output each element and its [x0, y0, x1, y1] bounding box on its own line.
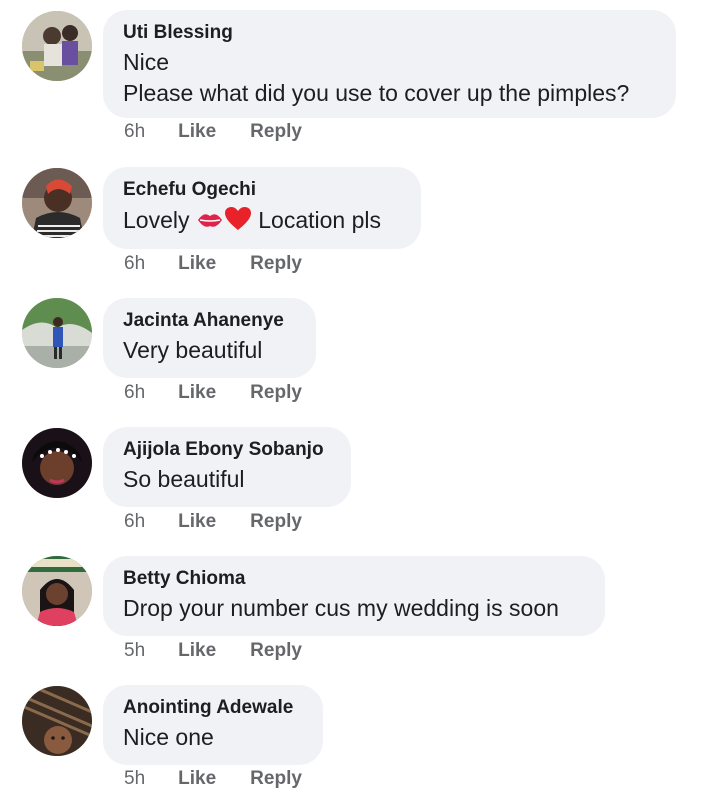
comment-bubble: Anointing Adewale Nice one — [103, 685, 323, 765]
comment-text: Nice — [123, 49, 170, 75]
comment-actions: 6h Like Reply — [124, 511, 302, 533]
reply-button[interactable]: Reply — [250, 640, 302, 662]
comment-time: 6h — [124, 121, 146, 142]
comment-text: So beautiful — [123, 466, 245, 492]
comment-text-start: Lovely — [123, 207, 190, 233]
comment-time: 6h — [124, 253, 146, 274]
comment-actions: 5h Like Reply — [124, 768, 302, 790]
comment-actions: 5h Like Reply — [124, 640, 302, 662]
comment-actions: 6h Like Reply — [124, 253, 302, 275]
comment-author[interactable]: Echefu Ogechi — [123, 178, 400, 202]
avatar-photo — [22, 556, 92, 626]
like-button[interactable]: Like — [178, 121, 216, 143]
comment-author[interactable]: Ajijola Ebony Sobanjo — [123, 438, 330, 462]
comment-text: Please what did you use to cover up the … — [123, 80, 630, 106]
comment-bubble: Echefu Ogechi Lovely Location pls — [103, 167, 421, 249]
comment-time: 6h — [124, 382, 146, 403]
comment-bubble: Ajijola Ebony Sobanjo So beautiful — [103, 427, 351, 507]
comment-text: Very beautiful — [123, 337, 263, 363]
comment-author[interactable]: Betty Chioma — [123, 567, 584, 591]
comment-text: Drop your number cus my wedding is soon — [123, 595, 559, 621]
comment-bubble: Uti Blessing Nice Please what did you us… — [103, 10, 676, 118]
comment-time: 6h — [124, 511, 146, 532]
comment-author[interactable]: Uti Blessing — [123, 21, 655, 45]
comment-text: Nice one — [123, 724, 214, 750]
reply-button[interactable]: Reply — [250, 382, 302, 404]
avatar-photo — [22, 686, 92, 756]
red-heart-icon — [224, 206, 252, 240]
comment-bubble: Jacinta Ahanenye Very beautiful — [103, 298, 316, 378]
comment-author[interactable]: Anointing Adewale — [123, 696, 302, 720]
like-button[interactable]: Like — [178, 253, 216, 275]
avatar-photo — [22, 298, 92, 368]
avatar-photo — [22, 168, 92, 238]
avatar[interactable] — [22, 686, 92, 756]
like-button[interactable]: Like — [178, 768, 216, 790]
comment-text-end: Location pls — [258, 207, 382, 233]
like-button[interactable]: Like — [178, 511, 216, 533]
avatar[interactable] — [22, 11, 92, 81]
avatar[interactable] — [22, 298, 92, 368]
comment-actions: 6h Like Reply — [124, 121, 302, 143]
comment-actions: 6h Like Reply — [124, 382, 302, 404]
comment-time: 5h — [124, 768, 146, 789]
kiss-mark-icon — [196, 208, 224, 240]
like-button[interactable]: Like — [178, 640, 216, 662]
reply-button[interactable]: Reply — [250, 253, 302, 275]
comment-time: 5h — [124, 640, 146, 661]
comment-text: Lovely Location pls — [123, 205, 400, 240]
avatar[interactable] — [22, 428, 92, 498]
reply-button[interactable]: Reply — [250, 121, 302, 143]
reply-button[interactable]: Reply — [250, 768, 302, 790]
avatar-photo — [22, 11, 92, 81]
avatar-photo — [22, 428, 92, 498]
avatar[interactable] — [22, 556, 92, 626]
comment-bubble: Betty Chioma Drop your number cus my wed… — [103, 556, 605, 636]
avatar[interactable] — [22, 168, 92, 238]
reply-button[interactable]: Reply — [250, 511, 302, 533]
comment-author[interactable]: Jacinta Ahanenye — [123, 309, 295, 333]
like-button[interactable]: Like — [178, 382, 216, 404]
